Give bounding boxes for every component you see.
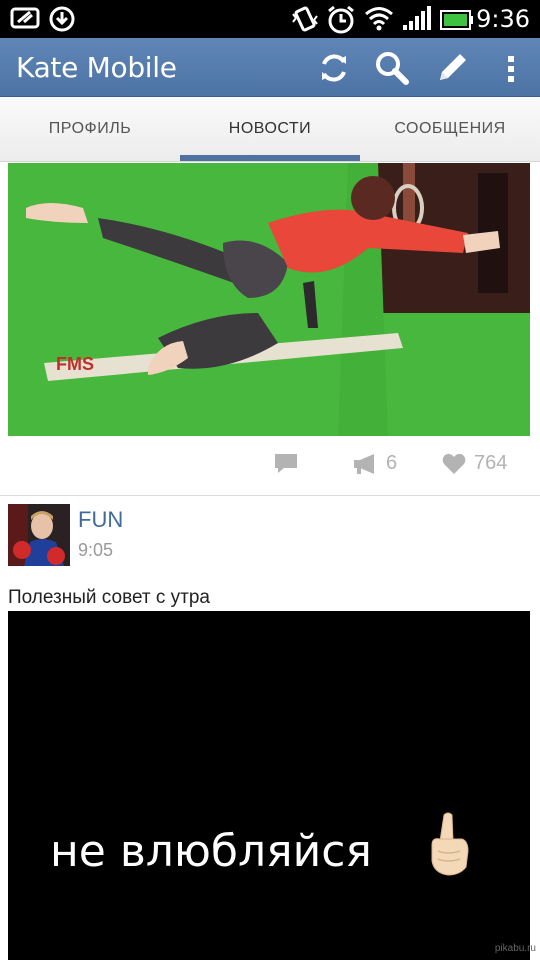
overflow-menu-icon[interactable] bbox=[492, 48, 532, 88]
tab-profile[interactable]: ПРОФИЛЬ bbox=[0, 97, 180, 161]
search-icon[interactable] bbox=[372, 48, 412, 88]
image-caption: не влюбляйся bbox=[50, 826, 372, 877]
screenshot-icon bbox=[10, 5, 42, 36]
heart-icon bbox=[442, 453, 474, 475]
active-tab-indicator bbox=[180, 155, 360, 161]
watermark: pikabu.ru bbox=[494, 943, 536, 954]
svg-text:FMS: FMS bbox=[56, 354, 94, 374]
post-time: 9:05 bbox=[78, 540, 114, 560]
post-photo-exercise[interactable]: FMS bbox=[8, 163, 530, 436]
clock-time: 9:36 bbox=[476, 5, 530, 33]
pointing-finger-icon bbox=[426, 811, 470, 882]
compose-icon[interactable] bbox=[432, 48, 472, 88]
app-title: Kate Mobile bbox=[16, 51, 177, 84]
refresh-icon[interactable] bbox=[314, 48, 354, 88]
post-divider bbox=[0, 495, 540, 496]
megaphone-icon bbox=[352, 453, 386, 475]
avatar[interactable] bbox=[8, 504, 70, 566]
signal-icon bbox=[402, 5, 432, 36]
post-header: FUN 9:05 bbox=[0, 502, 540, 572]
battery-icon bbox=[440, 9, 474, 36]
repost-button[interactable]: 6 bbox=[352, 452, 397, 475]
tab-bar: ПРОФИЛЬ НОВОСТИ СООБЩЕНИЯ bbox=[0, 97, 540, 162]
comment-icon bbox=[274, 452, 306, 474]
alarm-icon bbox=[326, 5, 356, 40]
post-photo-advice[interactable]: не влюбляйся bbox=[8, 611, 530, 960]
repost-count: 6 bbox=[386, 452, 398, 474]
post-text: Полезный совет с утра bbox=[8, 587, 210, 608]
post-actions-row: 6 764 bbox=[0, 444, 540, 488]
tab-messages[interactable]: СООБЩЕНИЯ bbox=[360, 97, 540, 161]
like-count: 764 bbox=[474, 452, 508, 474]
download-icon bbox=[48, 5, 76, 38]
wifi-icon bbox=[364, 5, 394, 36]
like-button[interactable]: 764 bbox=[442, 452, 507, 475]
comment-button[interactable] bbox=[274, 452, 306, 474]
action-bar: Kate Mobile bbox=[0, 38, 540, 97]
vibrate-icon bbox=[290, 5, 320, 38]
tab-news[interactable]: НОВОСТИ bbox=[180, 97, 360, 161]
news-feed[interactable]: FMS 6 764 FUN 9:05 Полезный совет с утра… bbox=[0, 162, 540, 960]
status-bar: 9:36 bbox=[0, 0, 540, 38]
post-author[interactable]: FUN bbox=[78, 507, 123, 533]
